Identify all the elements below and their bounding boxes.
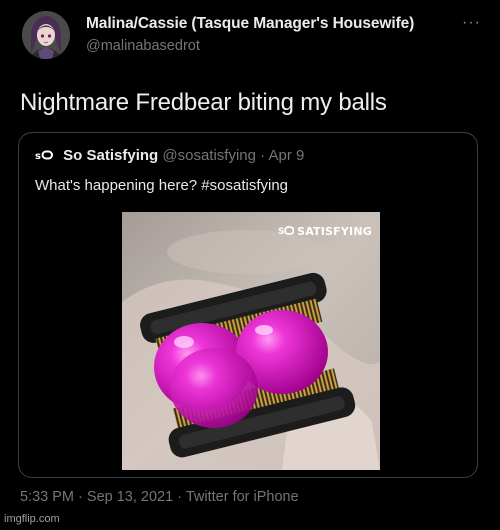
quoted-author-handle[interactable]: @sosatisfying	[162, 147, 256, 164]
quoted-author-name[interactable]: So Satisfying	[63, 147, 158, 164]
tweet-text: Nightmare Fredbear biting my balls	[20, 89, 387, 116]
footer-separator-1: ·	[78, 489, 83, 505]
quoted-tweet-header: s So Satisfying @sosatisfying · Apr 9	[35, 147, 304, 165]
quoted-tweet-text: What's happening here? #sosatisfying	[35, 177, 289, 194]
tweet-date[interactable]: Sep 13, 2021	[87, 489, 173, 505]
more-options-icon[interactable]: ···	[462, 14, 481, 32]
so-satisfying-watermark-icon: S	[278, 222, 295, 240]
svg-text:s: s	[35, 151, 41, 160]
so-satisfying-logo-icon: s	[35, 147, 53, 164]
svg-text:S: S	[278, 227, 284, 235]
author-block: Malina/Cassie (Tasque Manager's Housewif…	[86, 15, 414, 54]
author-handle[interactable]: @malinabasedrot	[86, 38, 414, 54]
author-display-name[interactable]: Malina/Cassie (Tasque Manager's Housewif…	[86, 15, 414, 33]
tweet: Malina/Cassie (Tasque Manager's Housewif…	[0, 0, 500, 530]
tweet-time[interactable]: 5:33 PM	[20, 489, 74, 505]
footer-separator-2: ·	[177, 489, 183, 505]
quoted-tweet[interactable]: s So Satisfying @sosatisfying · Apr 9 Wh…	[18, 132, 478, 478]
watermark-text: SATISFYING	[297, 224, 372, 238]
watermark: S SATISFYING	[278, 222, 372, 240]
media-illustration	[122, 212, 380, 470]
quoted-date[interactable]: Apr 9	[269, 147, 305, 164]
imgflip-watermark: imgflip.com	[4, 513, 60, 525]
avatar[interactable]	[22, 11, 70, 59]
quoted-media-image[interactable]: S SATISFYING	[122, 212, 380, 470]
quoted-separator: ·	[260, 147, 266, 164]
tweet-footer: 5:33 PM · Sep 13, 2021 · Twitter for iPh…	[20, 489, 299, 505]
tweet-source[interactable]: Twitter for iPhone	[186, 489, 299, 505]
